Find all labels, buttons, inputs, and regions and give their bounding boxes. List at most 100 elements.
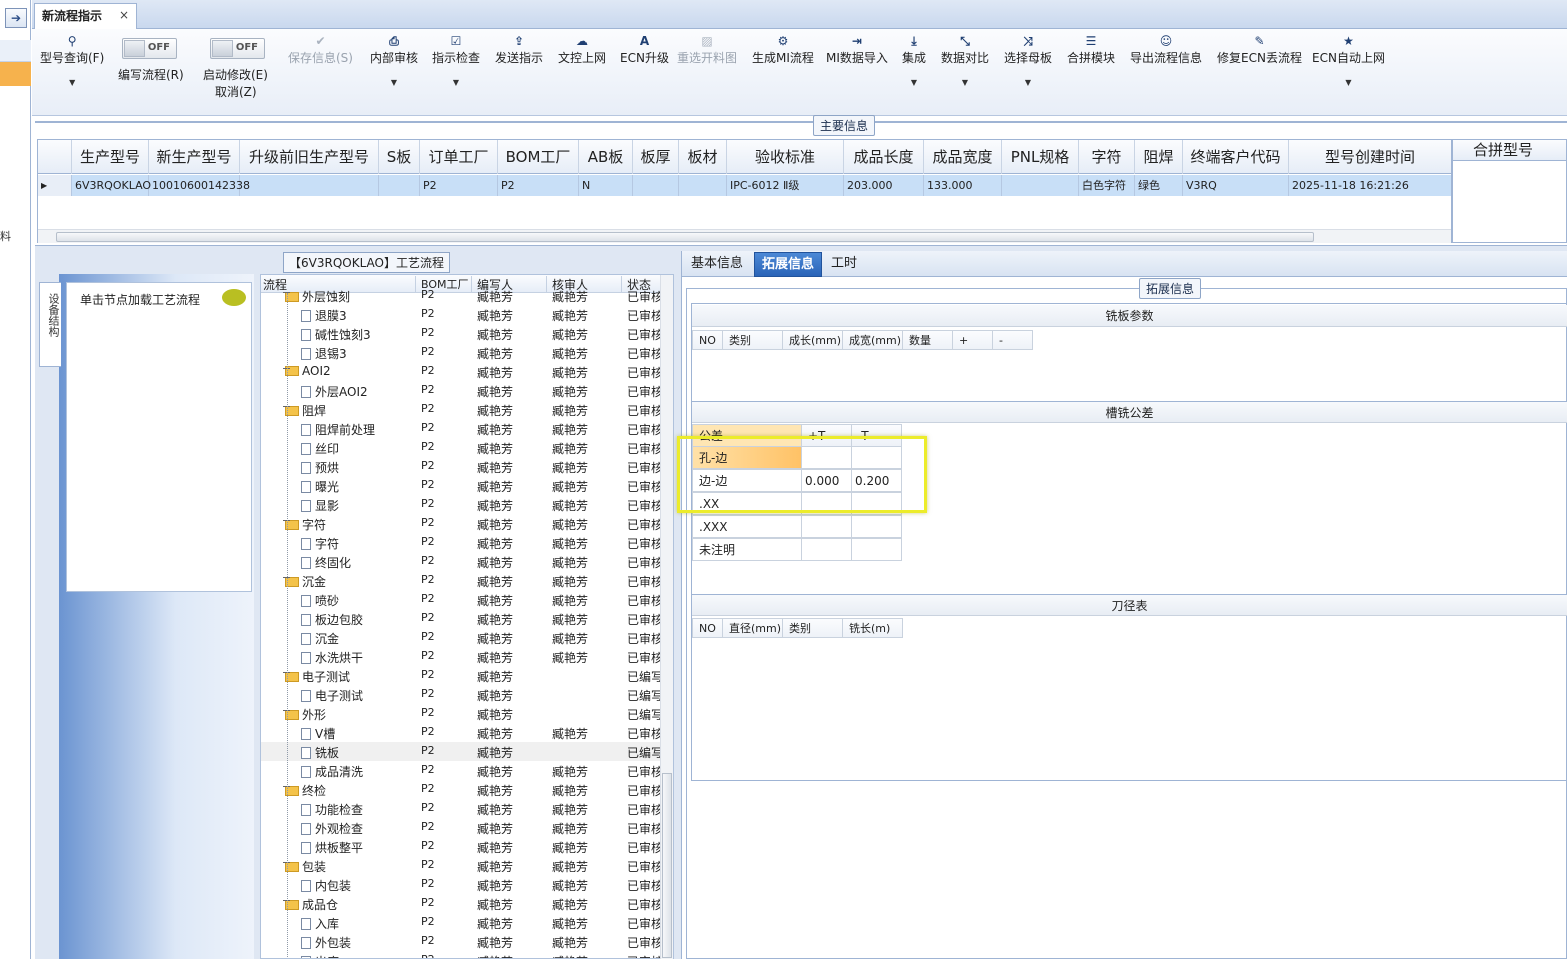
tree-row[interactable]: 阻焊 P2 臧艳芳 臧艳芳 已审核 <box>261 400 673 419</box>
column-header[interactable]: 验收标准 <box>727 140 844 174</box>
table-cell[interactable] <box>240 175 379 196</box>
tree-node-label[interactable]: 喷砂 <box>301 592 339 609</box>
tree-row[interactable]: 退膜3 P2 臧艳芳 臧艳芳 已审核 <box>261 305 673 324</box>
column-header[interactable]: 新生产型号 <box>149 140 240 174</box>
tree-node-label[interactable]: 终固化 <box>301 554 351 571</box>
tree-row[interactable]: 外层蚀刻 P2 臧艳芳 臧艳芳 已审核 <box>261 286 673 305</box>
tree-node-label[interactable]: 烘板整平 <box>301 839 363 856</box>
add-row-button[interactable]: + <box>952 330 993 350</box>
remove-row-button[interactable]: - <box>992 330 1033 350</box>
exit-icon[interactable]: ➔ <box>5 8 27 28</box>
row-label[interactable]: 未注明 <box>692 538 802 561</box>
tree-row[interactable]: 铣板 P2 臧艳芳 已编写 <box>261 742 673 761</box>
tree-row[interactable]: 功能检查 P2 臧艳芳 臧艳芳 已审核 <box>261 799 673 818</box>
strip-item-active[interactable] <box>0 62 31 86</box>
dropdown-arrow-icon[interactable]: ▼ <box>902 78 926 87</box>
column-header[interactable]: S板 <box>379 140 420 174</box>
tree-node-label[interactable]: 沉金 <box>301 630 339 647</box>
column-header[interactable]: 板厚 <box>633 140 679 174</box>
tree-row[interactable]: 阻焊前处理 P2 臧艳芳 臧艳芳 已审核 <box>261 419 673 438</box>
tree-node-label[interactable]: 成品清洗 <box>301 763 363 780</box>
tree-row[interactable]: 沉金 P2 臧艳芳 臧艳芳 已审核 <box>261 628 673 647</box>
reselect-drawing-button[interactable]: ▨ 重选开料图 <box>677 33 737 66</box>
tree-node-label[interactable]: 外包装 <box>301 934 351 951</box>
tree-row[interactable]: 沉金 P2 臧艳芳 臧艳芳 已审核 <box>261 571 673 590</box>
table-cell[interactable]: 133.000 <box>924 175 1002 196</box>
table-row[interactable]: ▶ 6V3RQOKLAO 10010600142338 P2 P2 N IPC-… <box>38 175 1451 196</box>
row-indicator-icon[interactable]: ▶ <box>38 175 72 196</box>
query-button[interactable]: ⚲ 型号查询(F) ▼ <box>40 33 104 87</box>
select-mother-board-button[interactable]: ⤨ 选择母板 ▼ <box>1004 33 1052 87</box>
horizontal-scrollbar[interactable] <box>38 229 1451 243</box>
tree-row[interactable]: V槽 P2 臧艳芳 臧艳芳 已审核 <box>261 723 673 742</box>
tree-row[interactable]: 内包装 P2 臧艳芳 臧艳芳 已审核 <box>261 875 673 894</box>
tree-node-label[interactable]: 预烘 <box>301 459 339 476</box>
ecn-auto-upload-button[interactable]: ★ ECN自动上网 ▼ <box>1312 33 1385 87</box>
column-header[interactable]: AB板 <box>579 140 633 174</box>
table-cell[interactable] <box>633 175 679 196</box>
dropdown-arrow-icon[interactable]: ▼ <box>40 78 104 87</box>
column-header[interactable]: 阻焊 <box>1135 140 1183 174</box>
tree-node-label[interactable]: 外层AOI2 <box>301 383 368 400</box>
tree-row[interactable]: 显影 P2 臧艳芳 臧艳芳 已审核 <box>261 495 673 514</box>
tree-row[interactable]: 电子测试 P2 臧艳芳 已编写 <box>261 685 673 704</box>
dropdown-arrow-icon[interactable]: ▼ <box>941 78 989 87</box>
tab-extended-info[interactable]: 拓展信息 <box>754 252 823 277</box>
indication-check-button[interactable]: ☑ 指示检查 ▼ <box>432 33 480 87</box>
column-header[interactable]: 生产型号 <box>72 140 149 174</box>
send-indication-button[interactable]: ⇪ 发送指示 <box>495 33 543 66</box>
tab-basic-info[interactable]: 基本信息 <box>684 252 750 277</box>
tree-row[interactable]: 预烘 P2 臧艳芳 臧艳芳 已审核 <box>261 457 673 476</box>
scrollbar-thumb[interactable] <box>56 232 1314 242</box>
row-label[interactable]: .XXX <box>692 515 802 538</box>
tree-node-label[interactable]: 字符 <box>285 516 326 533</box>
close-icon[interactable]: × <box>119 8 129 22</box>
export-flow-info-button[interactable]: ☺ 导出流程信息 <box>1130 33 1202 66</box>
tree-node-label[interactable]: 板边包胶 <box>301 611 363 628</box>
tree-node-label[interactable]: 显影 <box>301 497 339 514</box>
column-header[interactable]: 字符 <box>1079 140 1135 174</box>
tree-row[interactable]: 电子测试 P2 臧艳芳 已编写 <box>261 666 673 685</box>
tree-node-label[interactable]: 字符 <box>301 535 339 552</box>
strip-item[interactable] <box>0 40 31 62</box>
table-cell[interactable] <box>679 175 727 196</box>
tree-node-label[interactable]: 铣板 <box>301 744 339 761</box>
tree-row[interactable]: 曝光 P2 臧艳芳 臧艳芳 已审核 <box>261 476 673 495</box>
table-cell[interactable]: 6V3RQOKLAO <box>72 175 151 196</box>
table-cell[interactable]: 白色字符 <box>1079 175 1135 196</box>
column-header[interactable]: 成品宽度 <box>924 140 1002 174</box>
tree-node-label[interactable]: 出库 <box>301 953 339 958</box>
tree-node-label[interactable]: V槽 <box>301 725 335 742</box>
tree-row[interactable]: 退锡3 P2 臧艳芳 臧艳芳 已审核 <box>261 343 673 362</box>
tree-row[interactable]: 外观检查 P2 臧艳芳 臧艳芳 已审核 <box>261 818 673 837</box>
tree-node-label[interactable]: 水洗烘干 <box>301 649 363 666</box>
dropdown-arrow-icon[interactable]: ▼ <box>432 78 480 87</box>
tree-node-label[interactable]: 电子测试 <box>301 687 363 704</box>
tree-row[interactable]: 成品仓 P2 臧艳芳 臧艳芳 已审核 <box>261 894 673 913</box>
edit-flow-toggle[interactable]: OFF <box>122 38 177 59</box>
table-cell[interactable]: IPC-6012 Ⅱ级 <box>727 175 844 196</box>
dropdown-arrow-icon[interactable]: ▼ <box>1312 78 1385 87</box>
tree-row[interactable]: 终检 P2 臧艳芳 臧艳芳 已审核 <box>261 780 673 799</box>
column-header[interactable]: 终端客户代码 <box>1183 140 1289 174</box>
tree-node-label[interactable]: 退膜3 <box>301 307 347 324</box>
tree-node-label[interactable]: 外形 <box>285 706 326 723</box>
minus-tolerance-cell[interactable] <box>851 538 902 561</box>
tree-row[interactable]: 成品清洗 P2 臧艳芳 臧艳芳 已审核 <box>261 761 673 780</box>
tree-row[interactable]: 丝印 P2 臧艳芳 臧艳芳 已审核 <box>261 438 673 457</box>
tree-node-label[interactable]: 沉金 <box>285 573 326 590</box>
table-cell[interactable]: 绿色 <box>1135 175 1183 196</box>
tree-row[interactable]: 外层AOI2 P2 臧艳芳 臧艳芳 已审核 <box>261 381 673 400</box>
column-header[interactable]: 成品长度 <box>844 140 924 174</box>
tree-node-label[interactable]: 丝印 <box>301 440 339 457</box>
tree-row[interactable]: AOI2 P2 臧艳芳 臧艳芳 已审核 <box>261 362 673 381</box>
integrate-button[interactable]: ⤓ 集成 ▼ <box>902 33 926 87</box>
tree-row[interactable]: 字符 P2 臧艳芳 臧艳芳 已审核 <box>261 533 673 552</box>
tree-row[interactable]: 出库 P2 臧艳芳 臧艳芳 已审核 <box>261 951 673 958</box>
tree-node-label[interactable]: 外观检查 <box>301 820 363 837</box>
tree-row[interactable]: 喷砂 P2 臧艳芳 臧艳芳 已审核 <box>261 590 673 609</box>
cancel-button[interactable]: 取消(Z) <box>215 83 257 100</box>
plus-tolerance-cell[interactable] <box>801 538 852 561</box>
gen-mi-flow-button[interactable]: ⚙ 生成MI流程 <box>752 33 814 66</box>
tab-work-hours[interactable]: 工时 <box>824 252 864 277</box>
